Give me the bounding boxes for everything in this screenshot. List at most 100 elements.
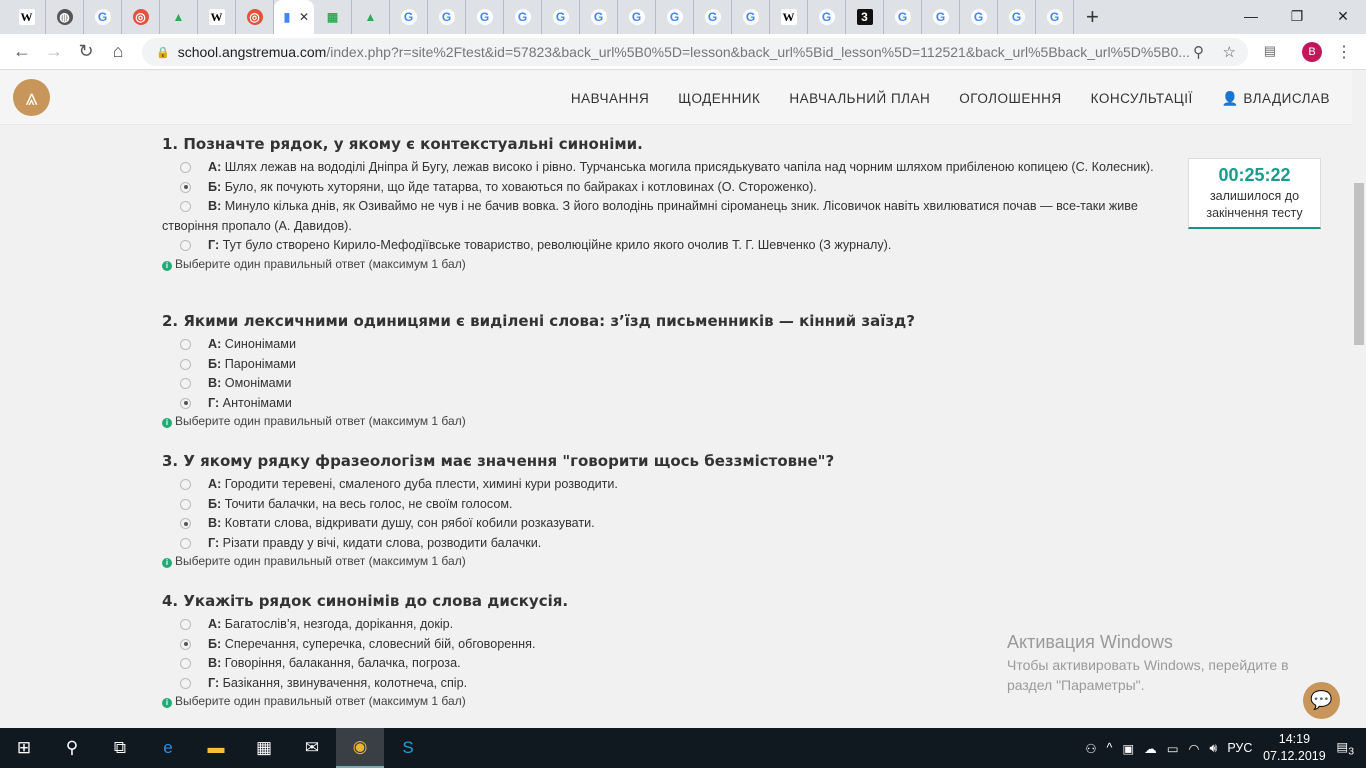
back-icon[interactable]: ← (6, 41, 38, 62)
browser-tab[interactable]: W (770, 0, 808, 34)
scrollbar-thumb[interactable] (1354, 183, 1364, 345)
browser-tab[interactable]: W (198, 0, 236, 34)
radio-button[interactable] (180, 339, 191, 350)
radio-button[interactable] (180, 479, 191, 490)
radio-button[interactable] (180, 240, 191, 251)
radio-button[interactable] (180, 537, 191, 549)
nav-user[interactable]: 👤 ВЛАДИСЛАВ (1222, 91, 1330, 107)
chrome-icon[interactable]: ◉ (336, 728, 384, 768)
browser-tab[interactable]: G (960, 0, 998, 34)
browser-tab[interactable]: ▦ (314, 0, 352, 34)
profile-avatar[interactable]: B (1302, 42, 1322, 62)
new-tab-icon[interactable]: + (1086, 4, 1099, 30)
battery-icon[interactable]: ▭ (1167, 741, 1179, 756)
zoom-icon[interactable]: ⚲ (1193, 43, 1204, 61)
browser-tab[interactable]: ◍ (46, 0, 84, 34)
radio-button[interactable] (180, 498, 191, 510)
extension-icon[interactable]: ▤ (1264, 43, 1276, 59)
browser-tab[interactable]: ▲ (160, 0, 198, 34)
answer-option[interactable]: В: Омонімами (162, 374, 1172, 394)
answer-option[interactable]: А: Шлях лежав на вододілі Дніпра й Бугу,… (162, 158, 1172, 178)
radio-button[interactable] (180, 518, 191, 529)
language-indicator[interactable]: РУС (1227, 741, 1252, 755)
reload-icon[interactable]: ↻ (70, 41, 102, 62)
browser-tab[interactable]: G (84, 0, 122, 34)
radio-button[interactable] (180, 378, 191, 389)
radio-button[interactable] (180, 677, 191, 689)
browser-tab[interactable]: G (580, 0, 618, 34)
mail-icon[interactable]: ✉ (288, 728, 336, 768)
windows-start-icon[interactable]: ⊞ (0, 728, 48, 768)
menu-icon[interactable]: ⋮ (1336, 42, 1352, 62)
radio-button[interactable] (180, 638, 191, 650)
edge-icon[interactable]: e (144, 728, 192, 768)
browser-tab[interactable]: G (884, 0, 922, 34)
radio-button[interactable] (180, 619, 191, 630)
file-explorer-icon[interactable]: ▬ (192, 728, 240, 768)
chevron-up-icon[interactable]: ^ (1107, 741, 1113, 755)
answer-option[interactable]: В: Минуло кілька днів, як Озиваймо не чу… (162, 197, 1172, 236)
logo-icon[interactable]: ⩓ (13, 79, 50, 116)
answer-option[interactable]: А: Городити теревені, смаленого дуба пле… (162, 475, 1172, 495)
task-view-icon[interactable]: ⧉ (96, 728, 144, 768)
browser-tab[interactable]: ▲ (352, 0, 390, 34)
nav-announcements[interactable]: ОГОЛОШЕННЯ (959, 91, 1061, 107)
browser-tab[interactable]: G (922, 0, 960, 34)
browser-tab[interactable]: G (618, 0, 656, 34)
skype-icon[interactable]: S (384, 728, 432, 768)
browser-tab[interactable]: ▮ ✕ (274, 0, 314, 34)
nav-curriculum[interactable]: НАВЧАЛЬНИЙ ПЛАН (789, 91, 930, 107)
browser-tab[interactable]: W (8, 0, 46, 34)
answer-option[interactable]: А: Синонімами (162, 335, 1172, 355)
security-icon[interactable]: ▣ (1122, 741, 1134, 756)
store-icon[interactable]: ▦ (240, 728, 288, 768)
nav-learning[interactable]: НАВЧАННЯ (571, 91, 649, 107)
radio-button[interactable] (180, 162, 191, 173)
browser-tab[interactable]: ◎ (236, 0, 274, 34)
search-icon[interactable]: ⚲ (48, 728, 96, 768)
browser-tab[interactable]: G (466, 0, 504, 34)
chat-icon[interactable]: 💬 (1303, 682, 1340, 719)
browser-tab[interactable]: G (390, 0, 428, 34)
close-icon[interactable]: ✕ (1320, 0, 1366, 32)
answer-option[interactable]: Г: Тут було створено Кирило-Мефодіївське… (162, 236, 1172, 256)
forward-icon[interactable]: → (38, 41, 70, 62)
radio-button[interactable] (180, 358, 191, 370)
radio-button[interactable] (180, 658, 191, 669)
browser-tab[interactable]: G (542, 0, 580, 34)
scrollbar[interactable] (1352, 71, 1366, 728)
browser-tab[interactable]: G (732, 0, 770, 34)
answer-option[interactable]: Б: Було, як почують хуторяни, що йде тат… (162, 178, 1172, 198)
answer-option[interactable]: Б: Паронімами (162, 355, 1172, 375)
browser-tab[interactable]: 3 (846, 0, 884, 34)
close-tab-icon[interactable]: ✕ (299, 10, 309, 24)
browser-tab[interactable]: ◎ (122, 0, 160, 34)
notifications-icon[interactable]: ▤3 (1336, 739, 1354, 758)
browser-tab[interactable]: G (656, 0, 694, 34)
home-icon[interactable]: ⌂ (102, 41, 134, 62)
wifi-icon[interactable]: ◠ (1189, 741, 1200, 756)
answer-option[interactable]: Г: Антонімами (162, 394, 1172, 414)
answer-option[interactable]: В: Ковтати слова, відкривати душу, сон р… (162, 514, 1172, 534)
browser-tab[interactable]: G (428, 0, 466, 34)
answer-option[interactable]: Б: Точити балачки, на весь голос, не сво… (162, 495, 1172, 515)
radio-button[interactable] (180, 181, 191, 193)
star-icon[interactable]: ☆ (1223, 43, 1236, 61)
answer-option[interactable]: Г: Різати правду у вічі, кидати слова, р… (162, 534, 1172, 554)
radio-button[interactable] (180, 201, 191, 212)
nav-diary[interactable]: ЩОДЕННИК (678, 91, 760, 107)
volume-icon[interactable]: 🔊︎ (1209, 741, 1217, 756)
minimize-icon[interactable]: — (1228, 0, 1274, 32)
browser-tab[interactable]: G (808, 0, 846, 34)
browser-tab[interactable]: G (694, 0, 732, 34)
url-input[interactable]: 🔒 school.angstremua.com/index.php?r=site… (142, 38, 1248, 66)
browser-tab[interactable]: G (998, 0, 1036, 34)
people-icon[interactable]: ⚇ (1085, 741, 1096, 756)
browser-tab[interactable]: G (1036, 0, 1074, 34)
browser-tab[interactable]: G (504, 0, 542, 34)
restore-icon[interactable]: ❐ (1274, 0, 1320, 32)
radio-button[interactable] (180, 397, 191, 409)
nav-consultations[interactable]: КОНСУЛЬТАЦІЇ (1091, 91, 1193, 107)
clock[interactable]: 14:19 07.12.2019 (1262, 731, 1326, 765)
onedrive-icon[interactable]: ☁ (1144, 741, 1157, 756)
